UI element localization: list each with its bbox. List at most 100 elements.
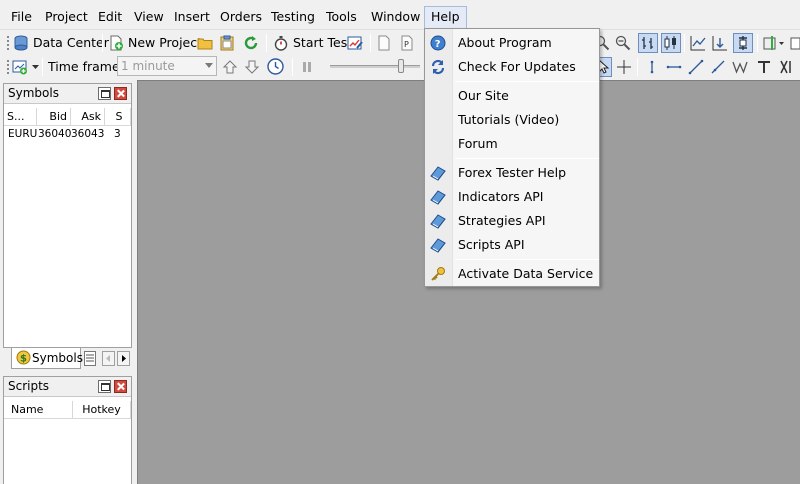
print-button[interactable]: P bbox=[399, 33, 419, 53]
menu-project[interactable]: Project bbox=[43, 6, 90, 28]
text-tool-button[interactable] bbox=[756, 59, 772, 75]
menu-bar: File Project Edit View Insert Orders Tes… bbox=[0, 6, 800, 28]
menu-item-activate-data-service[interactable]: Activate Data Service bbox=[425, 263, 599, 285]
menu-testing[interactable]: Testing bbox=[269, 6, 317, 28]
close-icon[interactable] bbox=[114, 87, 127, 100]
menu-window[interactable]: Window bbox=[369, 6, 422, 28]
horizontal-line-tool-button[interactable] bbox=[666, 59, 682, 75]
chart-shift-button[interactable] bbox=[733, 33, 753, 53]
main-toolbar: Data Center New Project Start Test P bbox=[0, 29, 800, 55]
ray-tool-button[interactable] bbox=[710, 59, 726, 75]
menu-separator bbox=[455, 81, 599, 82]
speed-slider-track[interactable] bbox=[330, 65, 420, 68]
restore-icon[interactable] bbox=[98, 380, 111, 393]
menu-item-check-for-updates[interactable]: Check For Updates bbox=[425, 56, 599, 78]
chevron-left-icon bbox=[106, 355, 110, 362]
book-icon bbox=[430, 166, 446, 181]
strategy-button[interactable] bbox=[347, 33, 367, 53]
menu-item-scripts-api[interactable]: Scripts API bbox=[425, 234, 599, 256]
menu-orders[interactable]: Orders bbox=[218, 6, 264, 28]
menu-item-tutorials-video[interactable]: Tutorials (Video) bbox=[425, 109, 599, 131]
label-tool-button[interactable] bbox=[778, 59, 800, 75]
menu-help[interactable]: Help bbox=[424, 6, 467, 28]
menu-item-our-site[interactable]: Our Site bbox=[425, 85, 599, 107]
toolbar-divider bbox=[757, 34, 758, 52]
grip-handle[interactable] bbox=[6, 33, 10, 53]
autoscroll-button[interactable] bbox=[712, 35, 728, 51]
time-frame-select[interactable]: 1 minute bbox=[117, 56, 217, 76]
crosshair-tool-button[interactable] bbox=[616, 59, 632, 75]
col-spread[interactable]: S bbox=[105, 108, 131, 126]
timeframe-down-button[interactable] bbox=[244, 59, 260, 75]
bar-chart-button[interactable] bbox=[638, 33, 658, 53]
new-chart-button[interactable] bbox=[12, 57, 39, 77]
menu-item-forum[interactable]: Forum bbox=[425, 133, 599, 155]
tab-symbols-label: Symbols bbox=[32, 351, 83, 365]
col-bid[interactable]: Bid bbox=[37, 108, 71, 126]
col-ask[interactable]: Ask bbox=[71, 108, 105, 126]
templates-button[interactable] bbox=[763, 35, 785, 51]
start-test-button[interactable]: Start Test bbox=[273, 33, 352, 53]
report-button[interactable] bbox=[376, 33, 396, 53]
bars-icon bbox=[642, 37, 653, 49]
time-frame-label: Time frame: bbox=[48, 59, 124, 74]
data-center-button[interactable]: Data Center bbox=[13, 33, 109, 53]
open-project-button[interactable] bbox=[197, 33, 217, 53]
tab-list[interactable] bbox=[84, 351, 96, 366]
menu-edit[interactable]: Edit bbox=[96, 6, 124, 28]
col-hotkey[interactable]: Hotkey bbox=[73, 401, 131, 419]
tab-scroll-right[interactable] bbox=[117, 351, 130, 366]
help-dropdown-menu: ? About Program Check For Updates Our Si… bbox=[424, 28, 600, 287]
pause-button[interactable] bbox=[299, 59, 315, 75]
speed-settings-button[interactable] bbox=[266, 57, 285, 76]
col-symbol[interactable]: S... bbox=[4, 108, 37, 126]
toolbar-divider bbox=[370, 34, 371, 52]
wave-tool-button[interactable] bbox=[732, 59, 748, 75]
more-tools-button[interactable] bbox=[790, 35, 800, 51]
grip-handle[interactable] bbox=[6, 57, 10, 77]
zoom-out-button[interactable] bbox=[615, 35, 631, 51]
symbols-panel-header: Symbols bbox=[4, 84, 131, 104]
line-chart-button[interactable] bbox=[690, 35, 706, 51]
menu-item-indicators-api[interactable]: Indicators API bbox=[425, 186, 599, 208]
row-bid: 36040 bbox=[38, 128, 71, 140]
start-test-label: Start Test bbox=[293, 35, 353, 50]
new-project-label: New Project bbox=[128, 35, 203, 50]
menu-item-label: Check For Updates bbox=[458, 59, 576, 74]
book-icon bbox=[430, 190, 446, 205]
tab-scroll-left[interactable] bbox=[102, 351, 115, 366]
timeframe-up-button[interactable] bbox=[222, 59, 238, 75]
menu-tools[interactable]: Tools bbox=[324, 6, 359, 28]
menu-item-forex-tester-help[interactable]: Forex Tester Help bbox=[425, 162, 599, 184]
vertical-line-tool-button[interactable] bbox=[644, 59, 660, 75]
new-document-icon bbox=[110, 35, 123, 51]
menu-item-label: Forum bbox=[458, 136, 498, 151]
menu-item-label: Activate Data Service bbox=[458, 266, 594, 281]
toolbar-divider bbox=[637, 58, 638, 76]
menu-item-strategies-api[interactable]: Strategies API bbox=[425, 210, 599, 232]
save-project-button[interactable] bbox=[219, 33, 239, 53]
candle-chart-button[interactable] bbox=[661, 33, 681, 53]
tab-symbols[interactable]: $ Symbols bbox=[11, 348, 83, 369]
new-project-button[interactable]: New Project bbox=[108, 33, 202, 53]
wave-icon bbox=[732, 61, 748, 74]
menu-file[interactable]: File bbox=[9, 6, 34, 28]
toolbar-divider bbox=[292, 58, 293, 76]
svg-text:?: ? bbox=[435, 39, 441, 50]
col-name[interactable]: Name bbox=[4, 401, 73, 419]
database-icon bbox=[14, 35, 28, 51]
document-icon bbox=[378, 35, 390, 51]
toolbar-divider bbox=[102, 34, 103, 52]
symbols-tab-bar: $ Symbols bbox=[3, 348, 132, 370]
menu-insert[interactable]: Insert bbox=[172, 6, 212, 28]
menu-view[interactable]: View bbox=[132, 6, 166, 28]
menu-item-about-program[interactable]: ? About Program bbox=[425, 32, 599, 54]
trend-line-tool-button[interactable] bbox=[688, 59, 704, 75]
toolbar-divider bbox=[266, 34, 267, 52]
speed-slider-thumb[interactable] bbox=[398, 59, 404, 73]
close-icon[interactable] bbox=[114, 380, 127, 393]
restore-icon[interactable] bbox=[98, 87, 111, 100]
chart-edit-icon bbox=[347, 36, 363, 50]
reload-button[interactable] bbox=[243, 33, 263, 53]
menu-item-label: Tutorials (Video) bbox=[458, 112, 560, 127]
